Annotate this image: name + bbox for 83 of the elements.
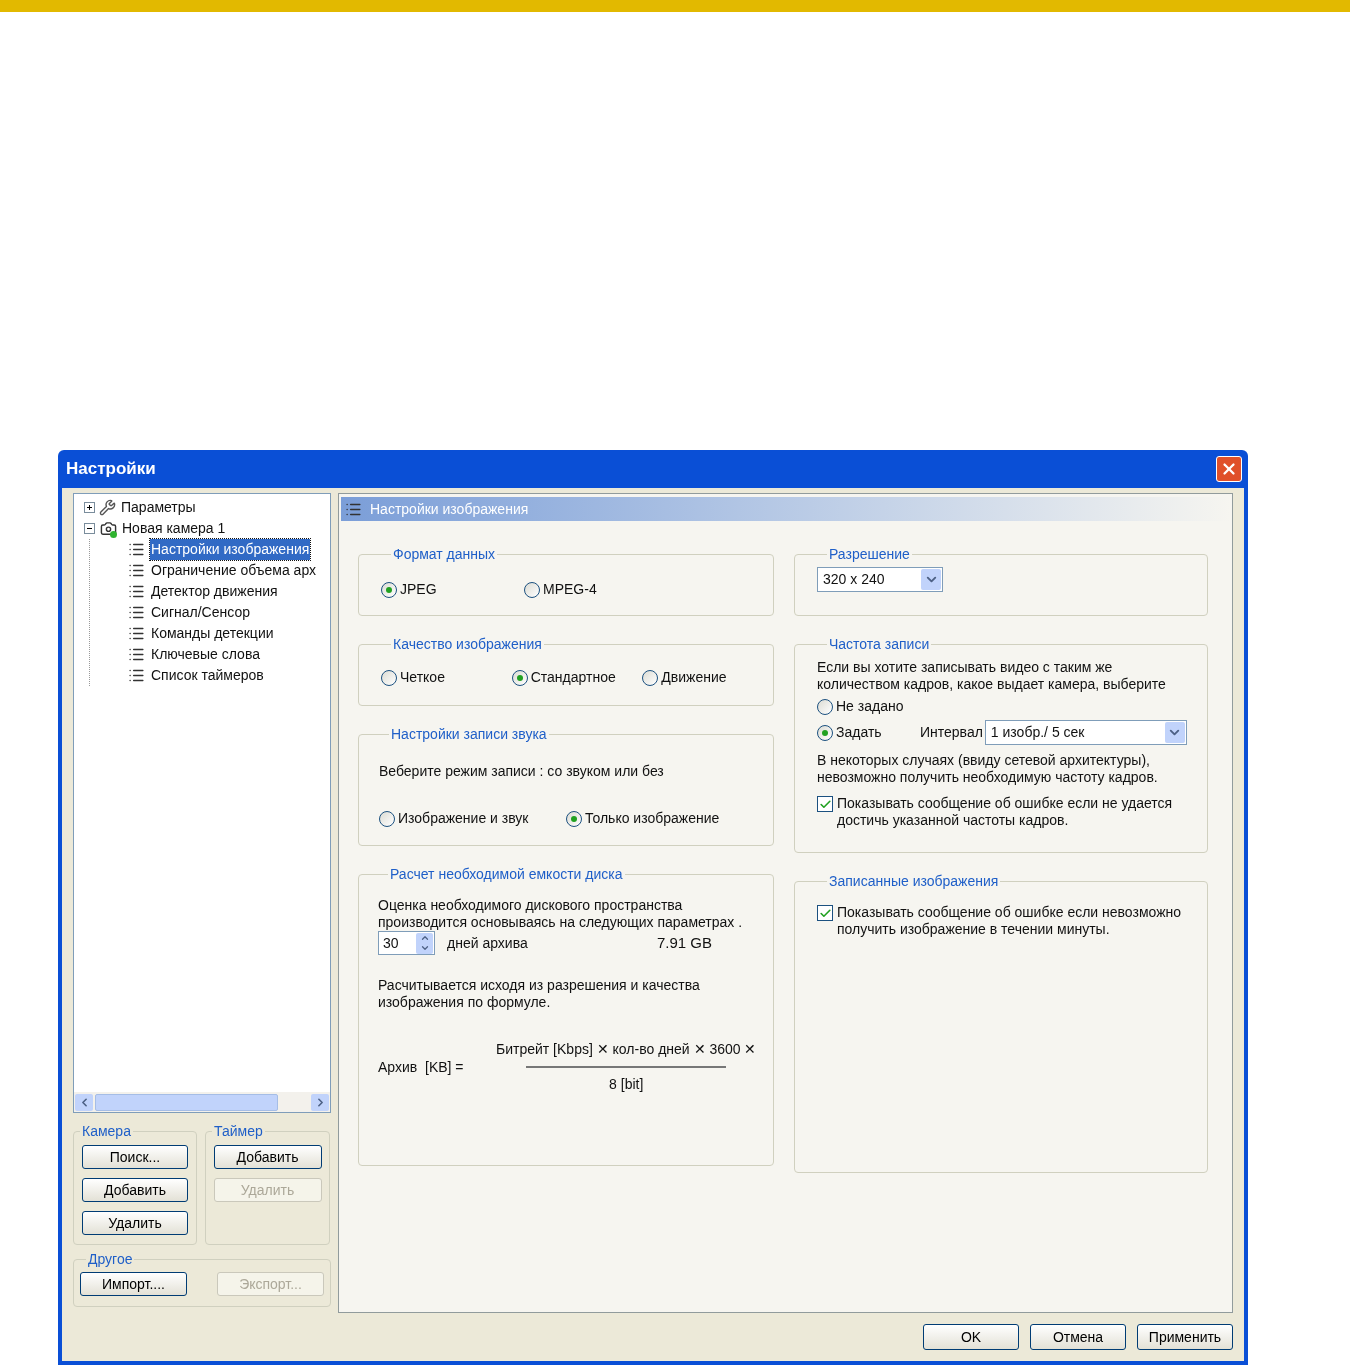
radio-label: Изображение и звук [398, 809, 529, 828]
list-icon [128, 625, 145, 642]
description-text: Если вы хотите записывать видео с таким же количеством кадров, какое выдает камера, выберите [817, 659, 1167, 693]
tree-item[interactable]: Ключевые слова [150, 644, 261, 665]
expand-icon[interactable] [84, 502, 95, 513]
radio-button[interactable] [642, 669, 659, 686]
check-icon [818, 906, 832, 920]
list-icon [128, 583, 145, 600]
formula-note: Расчитывается исходя из разрешения и качества изображения по формуле. [378, 977, 701, 1011]
check-icon [818, 797, 832, 811]
group-title: Другое [87, 1250, 134, 1269]
list-icon [128, 667, 145, 684]
tree-item[interactable]: Настройки изображения [150, 539, 311, 560]
days-label: дней архива [447, 933, 529, 953]
interval-label: Интервал [920, 723, 983, 742]
checkbox[interactable] [817, 796, 833, 812]
radio-label: Движение [661, 668, 727, 687]
radio-button[interactable] [524, 581, 540, 598]
radio-label: JPEG [400, 580, 437, 599]
note-text: В некоторых случаях (ввиду сетевой архитектуры), невозможно получить необходимую частоту кадров. [817, 752, 1159, 786]
push-button[interactable]: Добавить [213, 1145, 322, 1169]
tree-item[interactable]: Детектор движения [150, 581, 279, 602]
tree-item[interactable]: Сигнал/Сенсор [150, 602, 251, 623]
group-title: Расчет необходимой емкости диска [389, 865, 624, 884]
radio-button[interactable] [381, 669, 397, 686]
window-title: Настройки [66, 458, 156, 481]
tree-item[interactable]: Параметры [120, 497, 197, 518]
collapse-icon[interactable] [84, 523, 95, 534]
formula-denominator: 8 [bit] [609, 1075, 644, 1094]
formula-label: Архив [KB] = [378, 1057, 465, 1077]
radio-label: Задать [836, 723, 882, 742]
dropdown[interactable]: 1 изобр./ 5 сек [984, 720, 1187, 745]
close-icon [1220, 460, 1238, 478]
group-title: Формат данных [392, 545, 497, 564]
push-button[interactable]: Удалить [82, 1211, 188, 1235]
push-button[interactable]: Добавить [82, 1178, 188, 1202]
group-title: Качество изображения [392, 635, 543, 654]
tree-item[interactable]: Ограничение объема арх [150, 560, 318, 581]
radio-label: MPEG-4 [543, 580, 597, 599]
panel-title: Настройки изображения [370, 499, 529, 519]
size-value: 7.91 GB [657, 932, 713, 953]
radio-label: Не задано [836, 697, 904, 716]
radio-button[interactable] [511, 669, 528, 686]
close-button[interactable] [1216, 456, 1242, 482]
description-text: Оценка необходимого дискового пространства производится основываясь на следующих параметрах . [378, 897, 744, 931]
list-icon [128, 541, 145, 558]
push-button[interactable]: Импорт.... [80, 1272, 187, 1296]
tree-item[interactable]: Команды детекции [150, 623, 275, 644]
push-button[interactable]: Применить [1137, 1324, 1233, 1350]
group-title: Частота записи [828, 635, 931, 654]
push-button[interactable]: Отмена [1030, 1324, 1126, 1350]
radio-button[interactable] [817, 698, 833, 715]
radio-button[interactable] [817, 724, 833, 741]
push-button[interactable]: Поиск... [82, 1145, 188, 1169]
checkbox-label: Показывать сообщение об ошибке если не удается достичь указанной частоты кадров. [837, 795, 1174, 829]
list-icon [128, 562, 145, 579]
horizontal-scrollbar[interactable] [74, 1092, 330, 1112]
prompt-text: Веберите режим записи : со звуком или без [379, 762, 665, 781]
wrench-icon [99, 499, 116, 516]
radio-button[interactable] [566, 810, 582, 827]
checkbox[interactable] [817, 905, 833, 921]
group-title: Настройки записи звука [390, 725, 548, 744]
radio-label: Стандартное [530, 668, 616, 687]
radio-label: Только изображение [585, 809, 720, 828]
list-icon [128, 604, 145, 621]
scroll-thumb[interactable] [95, 1093, 278, 1111]
tree-item[interactable]: Новая камера 1 [121, 518, 227, 539]
group-title: Камера [81, 1122, 132, 1141]
list-icon [128, 646, 145, 663]
radio-button[interactable] [381, 581, 397, 598]
push-button[interactable]: OK [923, 1324, 1019, 1350]
radio-button[interactable] [379, 810, 395, 827]
group-title: Разрешение [828, 545, 911, 564]
dropdown[interactable]: 320 x 240 [817, 567, 943, 592]
group-title: Таймер [213, 1122, 264, 1141]
camera-icon [99, 519, 117, 538]
spinner-arrows-icon[interactable] [416, 932, 433, 954]
tree-item[interactable]: Список таймеров [150, 665, 265, 686]
group-title: Записанные изображения [828, 872, 1000, 891]
days-spinner[interactable]: 30 [378, 931, 435, 955]
radio-label: Четкое [400, 668, 445, 687]
formula-numerator: Битрейт [Kbps] ✕ кол-во дней ✕ 3600 ✕ [496, 1040, 757, 1059]
checkbox-label: Показывать сообщение об ошибке если невозможно получить изображение в течении минуты. [837, 904, 1183, 938]
